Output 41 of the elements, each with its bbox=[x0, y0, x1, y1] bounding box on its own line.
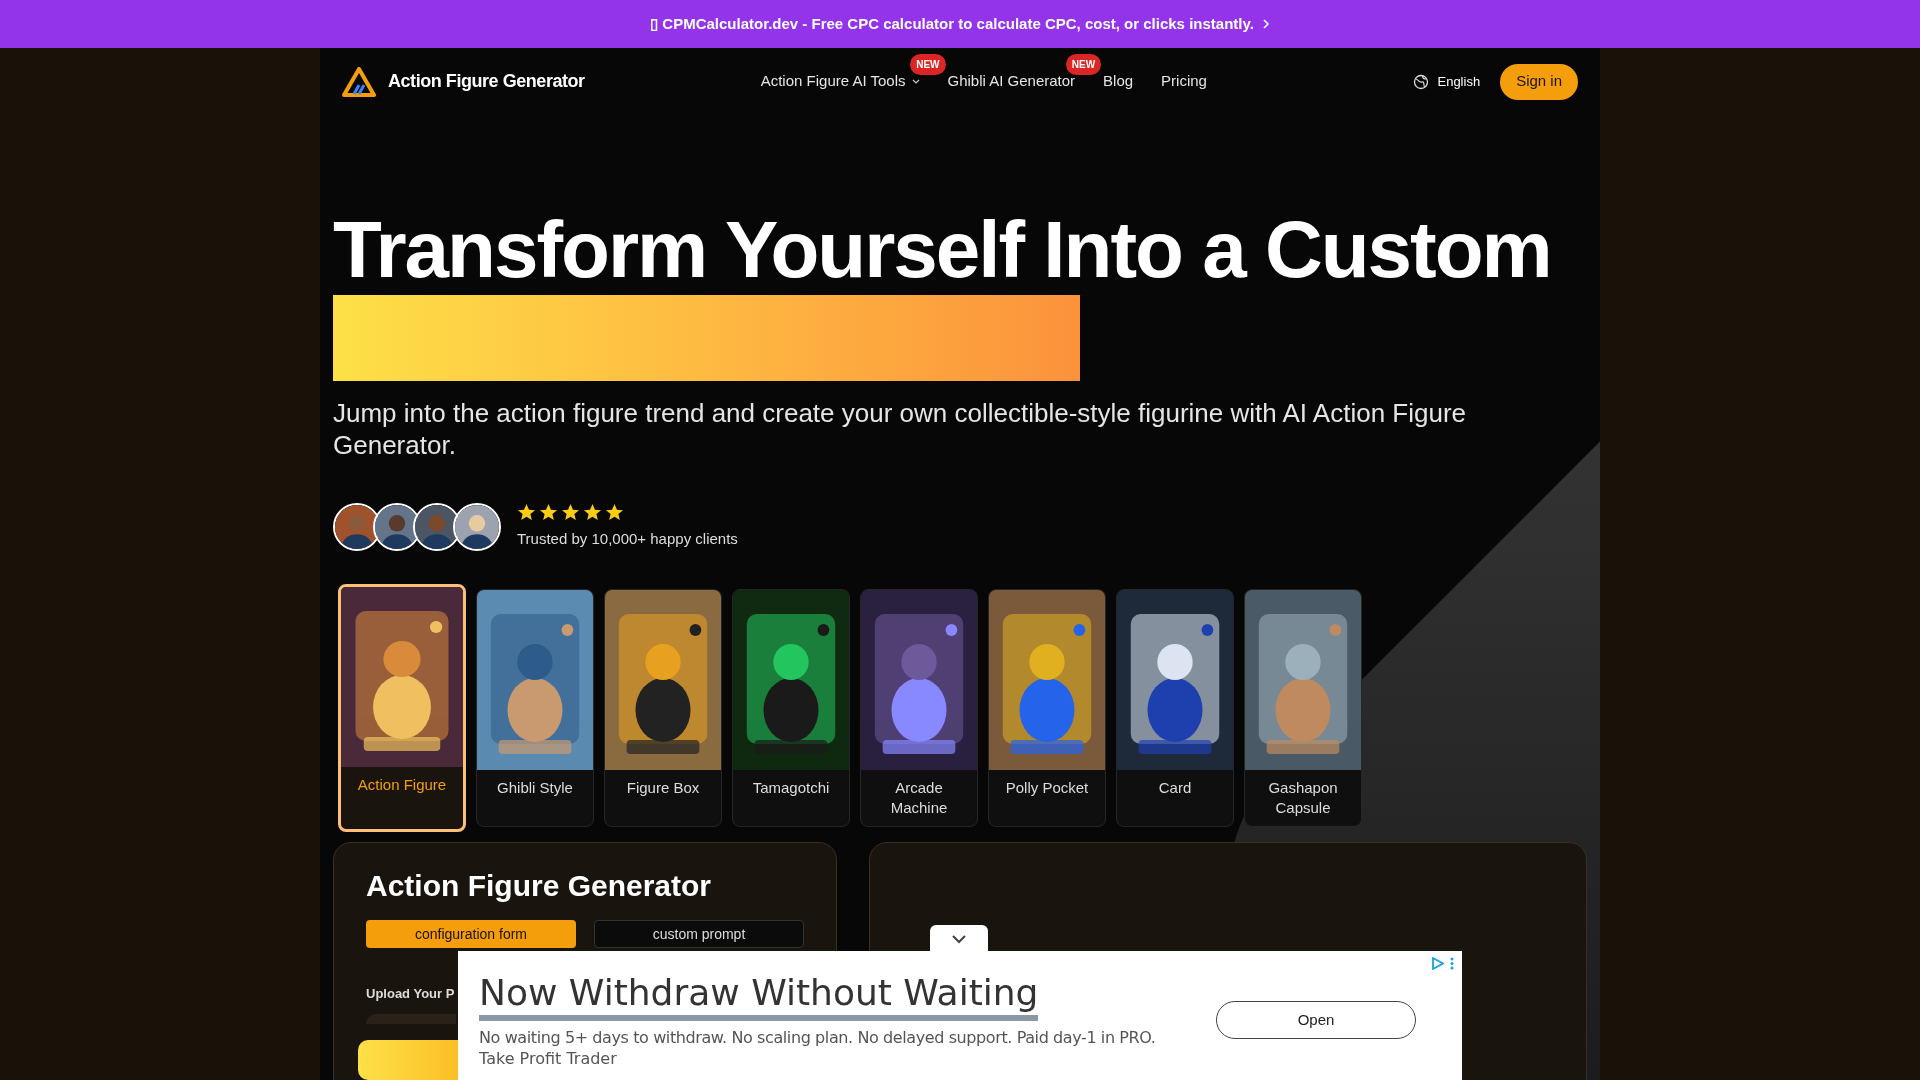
hero-title: Transform Yourself Into a Custom bbox=[333, 205, 1552, 295]
style-card[interactable]: Ghibli Style bbox=[476, 589, 594, 827]
new-badge: NEW bbox=[910, 54, 946, 76]
collapse-ad-button[interactable] bbox=[930, 925, 988, 953]
more-icon[interactable] bbox=[1450, 957, 1454, 970]
avatar bbox=[453, 503, 501, 551]
star-icon bbox=[561, 503, 580, 523]
star-icon bbox=[539, 503, 558, 523]
star-icon bbox=[583, 503, 602, 523]
sign-in-button[interactable]: Sign in bbox=[1500, 63, 1578, 100]
form-tab[interactable]: custom prompt bbox=[594, 920, 804, 948]
trust-text: Trusted by 10,000+ happy clients bbox=[517, 529, 738, 550]
form-tab[interactable]: configuration form bbox=[366, 920, 576, 948]
language-selector[interactable]: English bbox=[1413, 71, 1481, 92]
chevron-down-icon bbox=[951, 934, 967, 944]
style-card[interactable]: Card bbox=[1116, 589, 1234, 827]
ad-headline[interactable]: Now Withdraw Without Waiting bbox=[479, 971, 1039, 1021]
style-card[interactable]: Tamagotchi bbox=[732, 589, 850, 827]
panel-title: Action Figure Generator bbox=[366, 868, 713, 904]
brand-name[interactable]: Action Figure Generator bbox=[388, 68, 585, 95]
chevron-down-icon bbox=[911, 78, 920, 85]
style-card[interactable]: Figure Box bbox=[604, 589, 722, 827]
globe-icon bbox=[1413, 73, 1430, 90]
generate-button[interactable] bbox=[358, 1039, 458, 1080]
hero-subtitle: Jump into the action figure trend and create your own collectible-style figurine with AI Action Figure Generator. bbox=[333, 397, 1468, 461]
nav-link[interactable]: Blog bbox=[1103, 70, 1134, 93]
style-card[interactable]: Action Figure bbox=[338, 584, 466, 832]
star-icon bbox=[605, 503, 624, 523]
style-card[interactable]: Gashapon Capsule bbox=[1244, 589, 1362, 827]
logo-icon bbox=[342, 66, 376, 97]
new-badge: NEW bbox=[1065, 54, 1102, 76]
style-card[interactable]: Polly Pocket bbox=[988, 589, 1106, 827]
ad-choices-icon[interactable] bbox=[1431, 957, 1444, 970]
chevron-right-icon bbox=[1261, 18, 1270, 30]
style-card[interactable]: Arcade Machine bbox=[860, 589, 978, 827]
promo-banner[interactable]: ▯ CPMCalculator.dev - Free CPC calculator to calculate CPC, cost, or clicks instantly. bbox=[0, 0, 1920, 48]
advertiser-name: Take Profit Trader bbox=[479, 1048, 618, 1069]
upload-label: Upload Your P bbox=[366, 985, 455, 1003]
ad-body: No waiting 5+ days to withdraw. No scaling plan. No delayed support. Paid day-1 in PRO. bbox=[479, 1027, 1157, 1048]
nav-link[interactable]: Pricing bbox=[1161, 70, 1207, 93]
star-icon bbox=[517, 503, 536, 523]
